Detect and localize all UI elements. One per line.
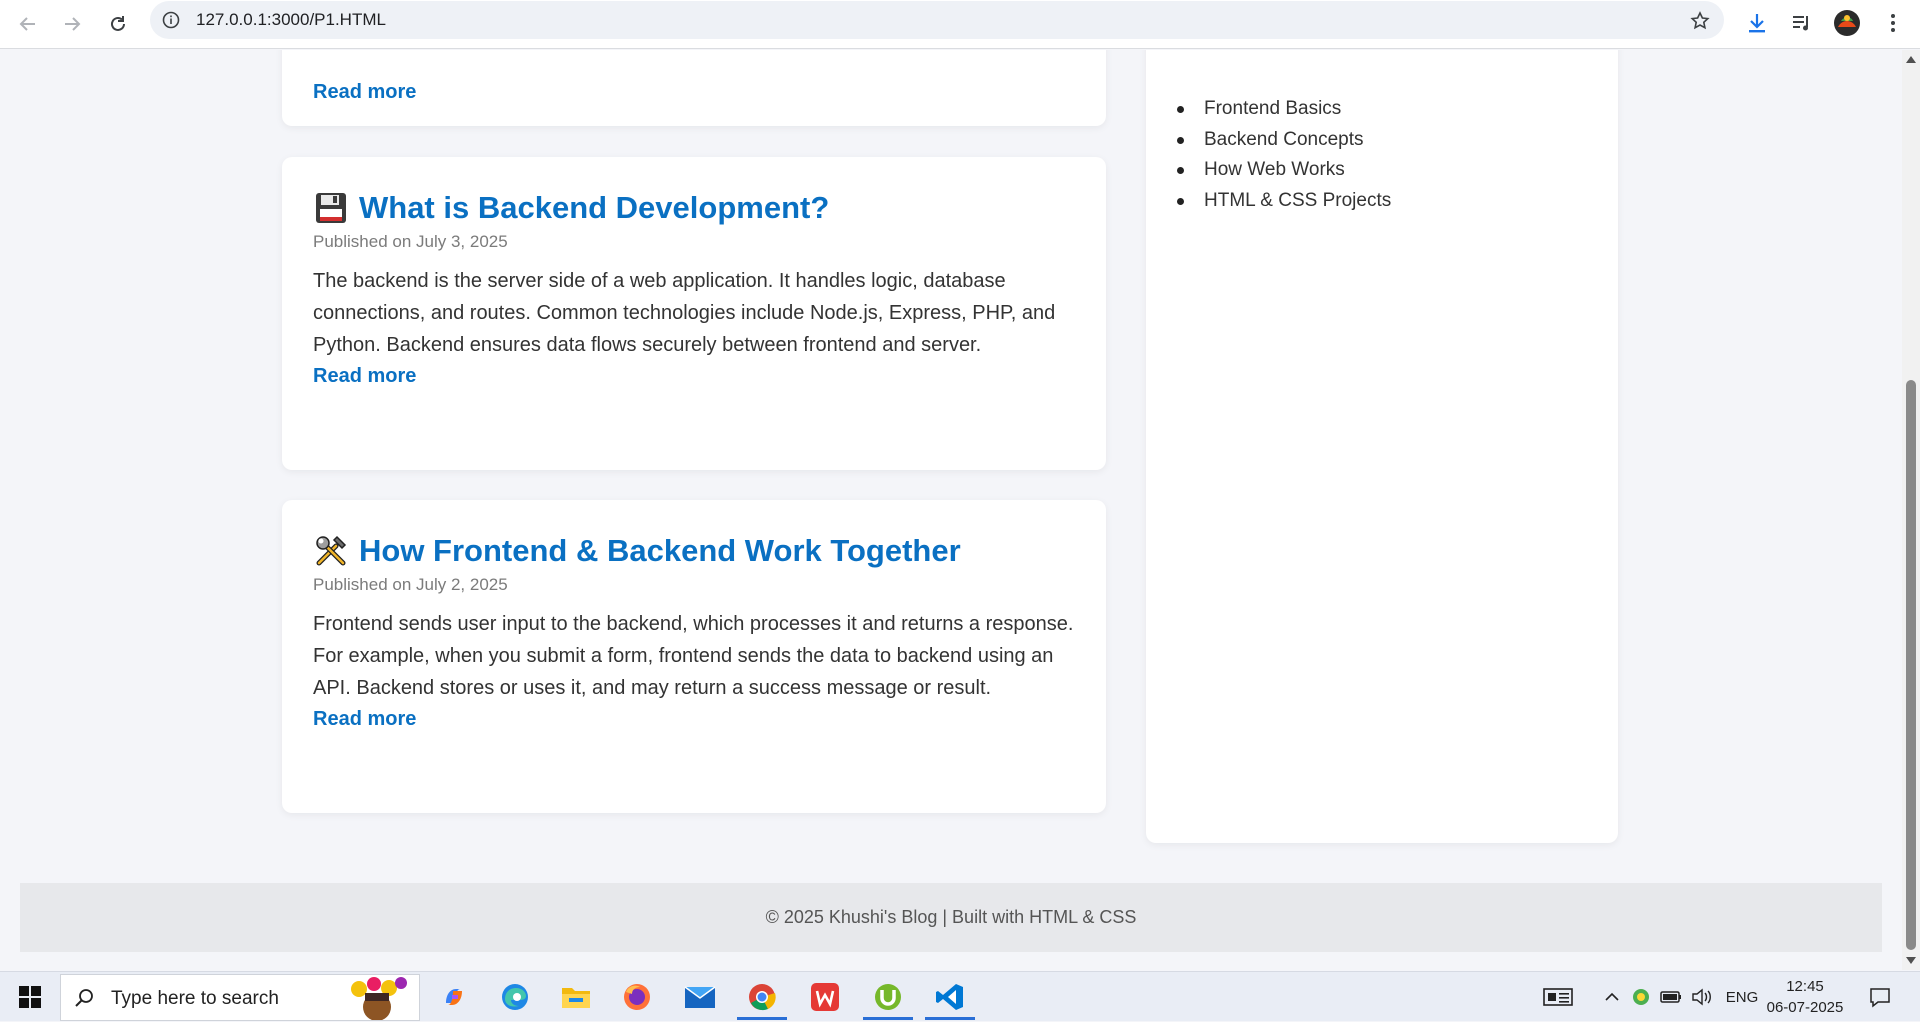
windows-start-button[interactable] — [10, 982, 50, 1012]
windows-logo-icon — [19, 986, 41, 1008]
tools-icon — [313, 533, 349, 569]
category-list: Frontend Basics Backend Concepts How Web… — [1176, 94, 1391, 217]
article-date: Published on July 2, 2025 — [313, 575, 508, 594]
taskbar-chrome[interactable] — [733, 974, 791, 1020]
category-item[interactable]: Frontend Basics — [1176, 94, 1391, 125]
taskbar-mail[interactable] — [671, 974, 729, 1020]
taskbar-wps-office[interactable] — [796, 974, 854, 1020]
file-explorer-icon — [562, 988, 590, 1008]
taskbar-clock[interactable]: 12:45 06-07-2025 — [1765, 976, 1845, 1018]
read-more-link[interactable]: Read more — [313, 81, 416, 104]
scroll-up-arrow-icon[interactable] — [1906, 56, 1916, 63]
search-icon — [75, 989, 93, 1007]
search-placeholder[interactable]: Type here to search — [111, 988, 279, 1010]
back-button[interactable] — [8, 4, 48, 44]
security-tray-icon[interactable] — [1628, 972, 1654, 1022]
page-footer: © 2025 Khushi's Blog | Built with HTML &… — [20, 883, 1882, 952]
article-title-text[interactable]: What is Backend Development? — [359, 190, 829, 226]
back-arrow-icon — [19, 17, 35, 31]
taskbar-search-box[interactable]: Type here to search — [60, 974, 420, 1021]
wps-office-icon — [811, 983, 839, 1011]
page-scrollbar[interactable] — [1902, 50, 1920, 970]
language-indicator[interactable]: ENG — [1722, 972, 1762, 1022]
show-hidden-icons-chevron-icon[interactable] — [1600, 972, 1624, 1022]
site-info-icon[interactable] — [160, 9, 182, 31]
article-excerpt: The backend is the server side of a web … — [313, 270, 1056, 356]
bookmark-star-icon[interactable] — [1688, 9, 1712, 33]
forward-button[interactable] — [52, 4, 92, 44]
article-excerpt: Frontend sends user input to the backend… — [313, 613, 1074, 699]
clock-date: 06-07-2025 — [1766, 999, 1844, 1016]
firefox-icon — [624, 984, 650, 1010]
floppy-disk-icon — [313, 190, 349, 226]
category-item[interactable]: Backend Concepts — [1176, 125, 1391, 156]
media-queue-icon[interactable] — [1785, 6, 1819, 40]
article-card: Read more — [282, 50, 1106, 126]
scrollbar-thumb[interactable] — [1906, 380, 1916, 950]
utorrent-icon — [875, 984, 901, 1010]
vscode-icon — [936, 984, 963, 1010]
reload-icon — [111, 16, 125, 31]
article-date: Published on July 3, 2025 — [313, 232, 508, 251]
taskbar-firefox[interactable] — [608, 974, 666, 1020]
footer-text: © 2025 Khushi's Blog | Built with HTML &… — [765, 907, 1137, 927]
taskbar-edge[interactable] — [486, 974, 544, 1020]
address-bar[interactable]: 127.0.0.1:3000/P1.HTML — [150, 1, 1724, 39]
read-more-link[interactable]: Read more — [313, 708, 416, 731]
notification-center-icon[interactable] — [1862, 972, 1898, 1022]
news-widget-icon[interactable] — [1538, 972, 1578, 1022]
category-item[interactable]: How Web Works — [1176, 155, 1391, 186]
browser-menu-icon[interactable] — [1876, 6, 1910, 40]
forward-arrow-icon — [65, 17, 81, 31]
taskbar-copilot[interactable] — [425, 974, 483, 1020]
profile-avatar[interactable] — [1830, 6, 1864, 40]
article-title-text[interactable]: How Frontend & Backend Work Together — [359, 533, 961, 569]
taskbar-file-explorer[interactable] — [547, 974, 605, 1020]
browser-toolbar: 127.0.0.1:3000/P1.HTML — [0, 0, 1920, 49]
battery-icon[interactable] — [1658, 972, 1684, 1022]
taskbar-utorrent[interactable] — [859, 974, 917, 1020]
article-title[interactable]: What is Backend Development? — [313, 190, 829, 226]
chrome-icon — [749, 984, 776, 1011]
url-text[interactable]: 127.0.0.1:3000/P1.HTML — [196, 10, 386, 30]
read-more-link[interactable]: Read more — [313, 365, 416, 388]
search-highlight-art-icon — [351, 977, 407, 1020]
article-card: How Frontend & Backend Work Together Pub… — [282, 500, 1106, 813]
copilot-icon — [446, 989, 462, 1005]
edge-icon — [502, 984, 528, 1010]
mail-icon — [684, 986, 716, 1008]
scroll-down-arrow-icon[interactable] — [1906, 957, 1916, 964]
clock-time: 12:45 — [1786, 978, 1824, 995]
download-icon[interactable] — [1740, 6, 1774, 40]
article-card: What is Backend Development? Published o… — [282, 157, 1106, 470]
reload-button[interactable] — [98, 4, 138, 44]
windows-taskbar: Type here to search ENG 12:45 06-07-2025 — [0, 971, 1920, 1021]
volume-icon[interactable] — [1688, 972, 1716, 1022]
taskbar-vscode[interactable] — [921, 974, 979, 1020]
page-viewport: Read more What is Backend Development? P… — [0, 50, 1902, 970]
category-item[interactable]: HTML & CSS Projects — [1176, 186, 1391, 217]
sidebar-categories: Frontend Basics Backend Concepts How Web… — [1146, 50, 1618, 843]
article-title[interactable]: How Frontend & Backend Work Together — [313, 533, 961, 569]
